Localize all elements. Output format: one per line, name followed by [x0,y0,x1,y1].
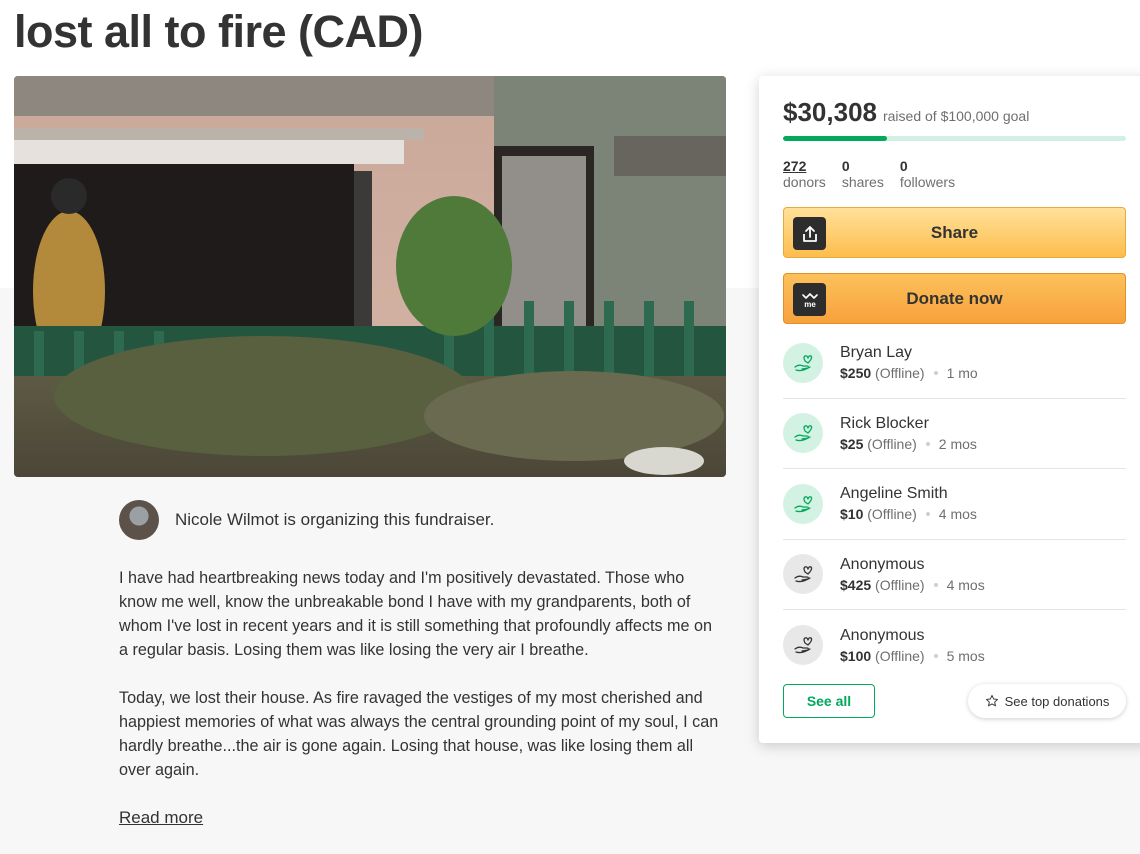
donation-time: 5 mos [946,647,985,664]
story-paragraph: Today, we lost their house. As fire rava… [119,689,719,779]
donate-now-button[interactable]: me Donate now [783,273,1126,324]
donation-time: 2 mos [938,435,977,452]
donation-note: (Offline) [867,506,917,523]
donation-item: Rick Blocker $25 (Offline) 2 mos [783,399,1126,469]
donor-name: Angeline Smith [840,485,948,503]
goal-text: raised of $100,000 goal [882,108,1030,124]
progress-bar [783,136,1126,141]
raised-summary: $30,308 raised of $100,000 goal [783,97,1029,128]
donation-time: 1 mo [946,365,978,382]
stat-shares: 0 shares [842,158,884,190]
stat-shares-label: shares [841,174,884,190]
donation-sidebar: $30,308 raised of $100,000 goal 272 dono… [759,76,1140,743]
campaign-story: I have had heartbreaking news today and … [119,566,719,806]
organizer-text: Nicole Wilmot is organizing this fundrai… [175,510,495,529]
share-upload-icon [793,217,826,250]
donation-item: Anonymous $100 (Offline) 5 mos [783,610,1126,681]
donation-amount: $250 [840,365,872,382]
stat-shares-value: 0 [841,158,850,174]
donation-note: (Offline) [867,435,917,452]
stat-donors[interactable]: 272 donors [783,158,826,190]
raised-amount: $30,308 [783,97,877,127]
donor-heart-hand-icon [783,342,823,383]
donation-item: Angeline Smith $10 (Offline) 4 mos [783,469,1126,540]
recent-donations-list: Bryan Lay $250 (Offline) 1 mo Rick Blocke… [783,328,1126,681]
campaign-hero-image [14,76,726,477]
donor-name: Anonymous [840,626,925,644]
separator-dot [933,653,938,658]
stat-followers-label: followers [899,174,956,190]
share-button-label: Share [930,222,979,242]
progress-bar-fill [783,136,887,141]
svg-text:me: me [804,300,816,309]
donor-heart-hand-icon [783,554,823,595]
campaign-title: lost all to fire (CAD) [14,6,424,57]
read-more-link[interactable]: Read more [119,808,203,828]
donate-button-label: Donate now [906,288,1003,308]
donor-heart-hand-icon [783,413,823,454]
donation-note: (Offline) [875,647,925,664]
stat-followers: 0 followers [900,158,955,190]
stat-donors-label: donors [783,174,826,190]
separator-dot [933,371,938,376]
donor-heart-hand-icon [783,483,823,524]
story-paragraph: I have had heartbreaking news today and … [119,569,713,659]
stat-donors-value[interactable]: 272 [783,158,826,174]
organizer-avatar[interactable] [119,500,159,540]
donation-time: 4 mos [938,506,977,523]
donation-note: (Offline) [875,365,925,382]
donation-item: Anonymous $425 (Offline) 4 mos [783,540,1126,610]
stat-followers-value: 0 [899,158,908,174]
donation-item: Bryan Lay $250 (Offline) 1 mo [783,328,1126,399]
donor-name: Anonymous [840,555,925,573]
donation-amount: $10 [840,506,864,523]
donation-time: 4 mos [946,576,985,593]
star-icon [985,694,998,707]
gofundme-logo-icon: me [793,283,826,316]
organizer-row: Nicole Wilmot is organizing this fundrai… [119,500,494,540]
donor-name: Bryan Lay [840,344,913,362]
share-button[interactable]: Share [783,207,1126,258]
donor-name: Rick Blocker [840,414,929,432]
donor-heart-hand-icon [783,625,823,666]
donation-amount: $25 [840,435,864,452]
see-all-button[interactable]: See all [783,684,875,718]
donation-note: (Offline) [875,576,925,593]
separator-dot [925,512,930,517]
donation-amount: $425 [840,576,872,593]
see-top-donations-label: See top donations [1004,693,1110,709]
separator-dot [925,441,930,446]
see-top-donations-button[interactable]: See top donations [968,684,1126,718]
donation-amount: $100 [840,647,872,664]
separator-dot [933,582,938,587]
campaign-stats: 272 donors 0 shares 0 followers [783,158,971,190]
